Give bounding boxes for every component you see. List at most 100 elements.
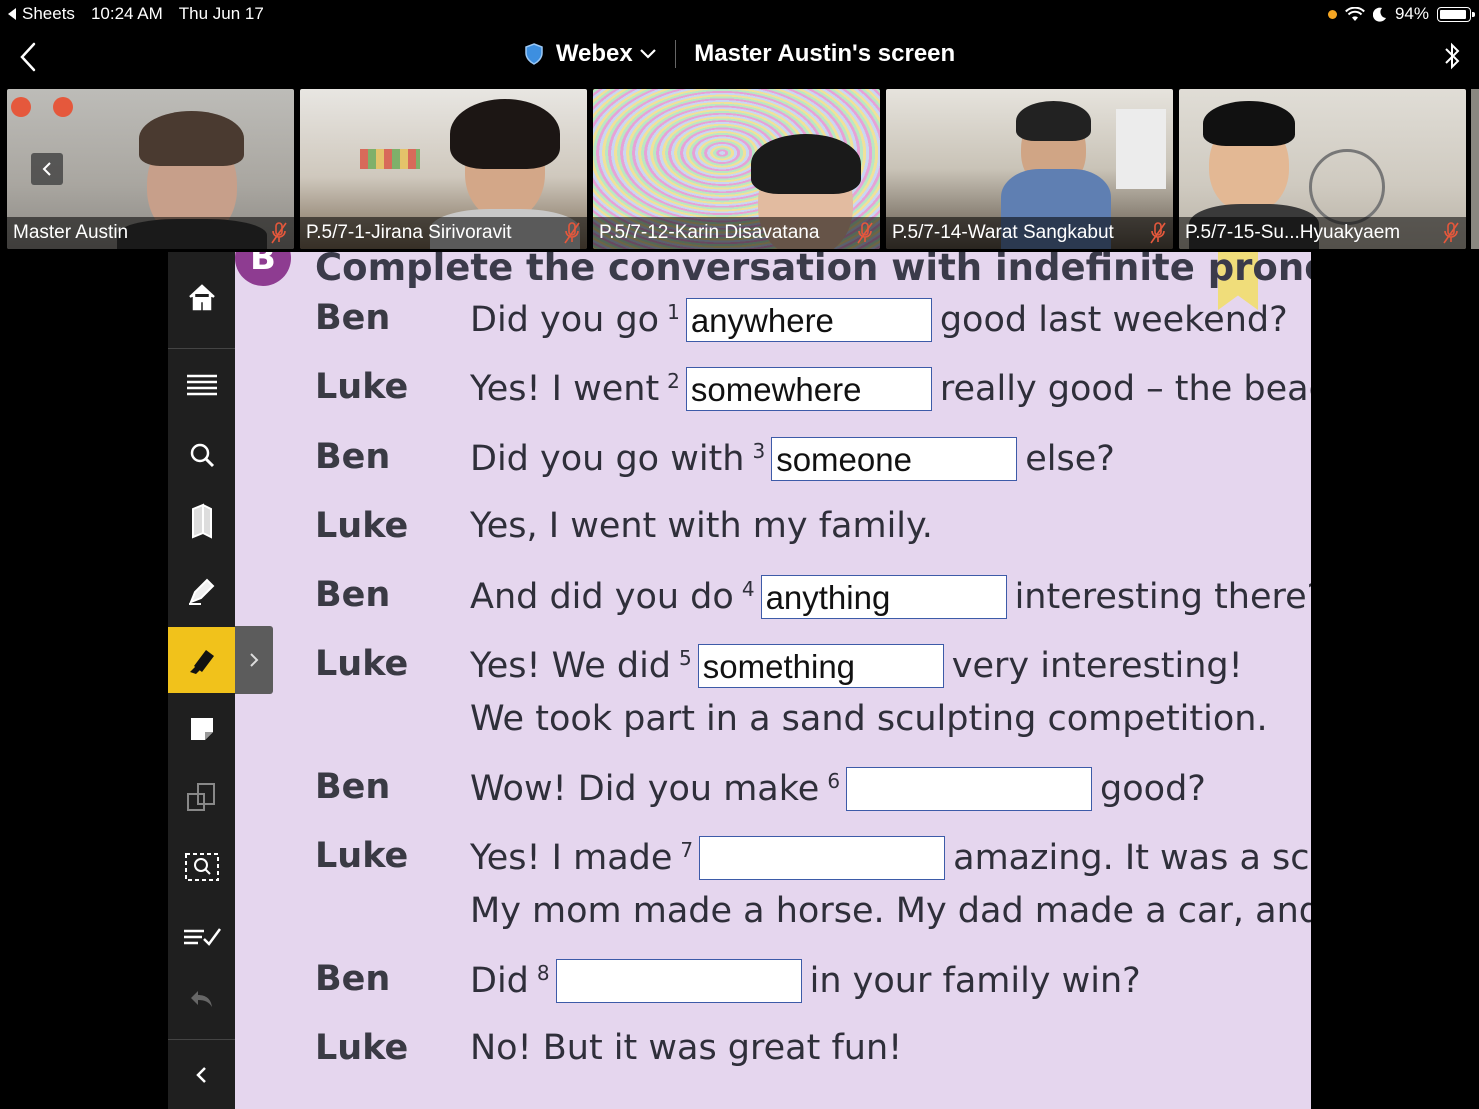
participant-tile[interactable]: P.5/7-14-Warat Sangkabut (886, 89, 1173, 249)
bookmarks-icon (191, 503, 212, 539)
status-bar: Sheets 10:24 AM Thu Jun 17 94% (0, 0, 1479, 28)
mic-in-use-indicator-icon (1327, 9, 1337, 19)
answer-input[interactable] (555, 959, 802, 1003)
participant-name: P.5/7-14-Warat Sangkabut (892, 222, 1114, 243)
line-text-after: interesting there? (1014, 577, 1311, 617)
line-text-after: in your family win? (809, 961, 1141, 1001)
line-text-before: Wow! Did you make (470, 769, 820, 809)
wifi-icon (1345, 6, 1365, 21)
answer-input[interactable]: anywhere (685, 298, 932, 342)
mic-muted-icon (1443, 222, 1459, 244)
answer-input[interactable]: something (697, 644, 944, 688)
participant-tile[interactable]: P.5/7-12-Karin Disavatana (593, 89, 880, 249)
home-icon (188, 284, 215, 311)
participant-tile-partial[interactable] (1471, 89, 1479, 249)
pen-tool-button[interactable] (168, 558, 235, 624)
blank-number: 8 (536, 961, 550, 985)
answer-input[interactable]: somewhere (685, 367, 932, 411)
answer-input[interactable]: anything (760, 575, 1007, 619)
participant-name-bar: P.5/7-1-Jirana Sirivoravit (300, 217, 587, 249)
search-icon (190, 443, 214, 468)
line-text: We took part in a sand sculpting competi… (470, 699, 1268, 739)
undo-button[interactable] (168, 966, 235, 1032)
participant-name: P.5/7-12-Karin Disavatana (599, 222, 820, 243)
highlighter-icon (189, 650, 214, 674)
blank-number: 1 (667, 300, 680, 324)
line-text: Did you go with 3 someone else? (470, 437, 1115, 481)
line-text: Wow! Did you make 6 good? (470, 767, 1206, 811)
participant-tile[interactable]: Master Austin (7, 89, 294, 249)
mic-muted-icon (857, 222, 873, 244)
undo-icon (190, 991, 212, 1007)
line-text: Did you go 1 anywhere good last weekend? (470, 298, 1288, 342)
chevron-left-icon (42, 162, 51, 176)
bluetooth-icon[interactable] (1439, 40, 1465, 72)
record-icon (53, 97, 73, 117)
bookmarks-button[interactable] (168, 488, 235, 554)
status-date: Thu Jun 17 (178, 4, 264, 23)
back-app-label: Sheets (22, 4, 75, 23)
answers-button[interactable] (168, 904, 235, 970)
participant-name-bar: Master Austin (7, 217, 294, 249)
exercise-badge: B (235, 252, 291, 286)
app-name-dropdown[interactable]: Webex (556, 40, 657, 68)
chevron-down-icon (639, 49, 656, 59)
answers-icon (183, 928, 221, 946)
exercise-instruction: Complete the conversation with indefinit… (315, 252, 1311, 289)
participant-tile[interactable]: P.5/7-15-Su...Hyuakyaem (1179, 89, 1466, 249)
blank-number: 4 (741, 577, 755, 601)
blank-number: 2 (667, 369, 680, 393)
answer-input[interactable] (699, 836, 946, 880)
line-text: Yes! I went 2 somewhere really good – the b… (470, 367, 1311, 411)
shield-icon (525, 43, 543, 65)
line-text-before: No! But it was great fun! (470, 1028, 903, 1068)
screen-title: Master Austin's screen (694, 40, 956, 67)
strip-scroll-left-button[interactable] (31, 153, 63, 185)
collapse-toolbar-button[interactable] (168, 1042, 235, 1108)
line-text-before: Yes! We did (470, 646, 672, 686)
line-text-before: Did (470, 961, 529, 1001)
participant-name: P.5/7-1-Jirana Sirivoravit (306, 222, 512, 243)
speaker-name: Luke (315, 506, 409, 546)
home-button[interactable] (168, 264, 235, 330)
sticky-note-icon (190, 718, 213, 740)
pen-icon (188, 578, 214, 605)
blank-number: 6 (827, 769, 841, 793)
contents-button[interactable] (168, 352, 235, 418)
copy-page-button[interactable] (168, 764, 235, 830)
line-text: My mom made a horse. My dad made a car, … (470, 891, 1311, 931)
list-icon (186, 374, 217, 396)
back-arrow-icon (8, 8, 16, 20)
line-text-after: amazing. It was a scu (953, 838, 1311, 878)
line-text-before: Yes! I went (470, 369, 660, 409)
meeting-nav-bar: Webex Master Austin's screen (0, 30, 1479, 84)
blank-number: 3 (752, 439, 766, 463)
line-text-before: My mom made a horse. My dad made a car, … (470, 891, 1311, 931)
line-text-after: good? (1100, 769, 1206, 809)
line-text-before: Did you go (470, 300, 660, 340)
speaker-name: Ben (315, 959, 391, 999)
blank-number: 5 (679, 646, 692, 670)
recording-indicator-icon (11, 97, 31, 117)
line-text-before: We took part in a sand sculpting competi… (470, 699, 1268, 739)
answer-input[interactable]: someone (771, 437, 1018, 481)
zoom-area-button[interactable] (168, 834, 235, 900)
highlighter-tool-button[interactable] (168, 627, 235, 693)
sticky-note-button[interactable] (168, 696, 235, 762)
participant-tile[interactable]: P.5/7-1-Jirana Sirivoravit (300, 89, 587, 249)
collapse-icon (195, 1067, 206, 1083)
answer-input[interactable] (846, 767, 1093, 811)
copy-icon (186, 783, 215, 811)
line-text: Yes! We did 5 something very interesting! (470, 644, 1243, 688)
back-to-app-link[interactable]: Sheets (8, 4, 75, 24)
line-text-after: else? (1025, 439, 1115, 479)
speaker-name: Luke (315, 644, 409, 684)
line-text: Yes, I went with my family. (470, 506, 933, 546)
speaker-name: Ben (315, 298, 391, 338)
participant-name: Master Austin (13, 222, 129, 243)
participant-name: P.5/7-15-Su...Hyuakyaem (1185, 222, 1401, 243)
line-text-before: And did you do (470, 577, 734, 617)
search-button[interactable] (168, 422, 235, 488)
battery-percentage: 94% (1394, 4, 1429, 23)
status-time: 10:24 AM (90, 4, 163, 23)
